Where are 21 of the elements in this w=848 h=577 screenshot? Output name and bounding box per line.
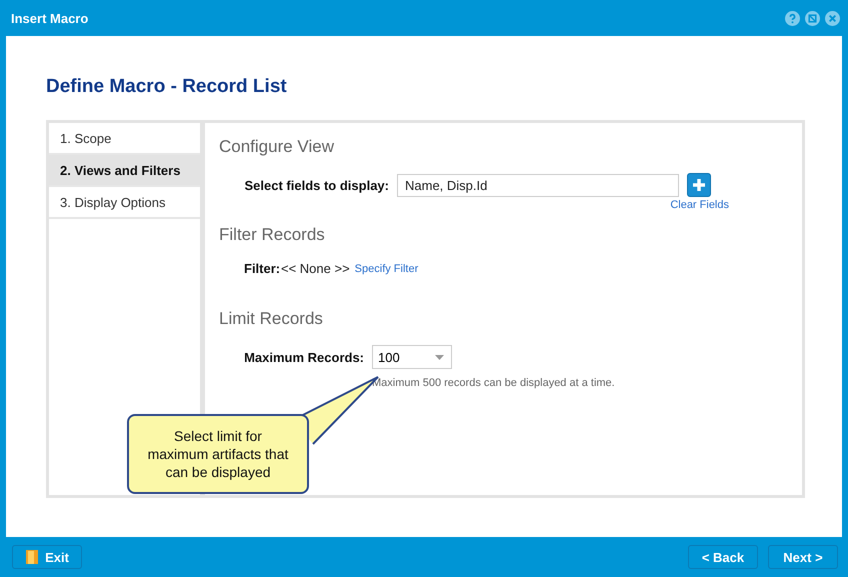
field-label: Select fields to display: (244, 178, 389, 192)
section-title: Configure View (219, 137, 335, 157)
fields-input[interactable]: Name, Disp.Id (397, 174, 679, 196)
callout-note: Select limit for maximum artifacts that can be displayed (127, 414, 309, 494)
clear-fields-link[interactable]: Clear Fields (670, 199, 729, 211)
section-title: Limit Records (219, 309, 324, 329)
step-item[interactable]: 2. Views and Filters (49, 155, 200, 187)
door-icon (25, 549, 40, 565)
add-button[interactable] (687, 173, 711, 197)
close-icon[interactable] (825, 10, 840, 26)
specify-filter-link[interactable]: Specify Filter (354, 262, 418, 274)
section-title: Filter Records (219, 225, 326, 245)
minimize-icon[interactable] (805, 10, 820, 26)
max-records-dropdown[interactable]: 100 (372, 345, 452, 369)
window-title: Insert Macro (11, 10, 90, 26)
help-icon[interactable] (785, 10, 800, 26)
page-heading: Define Macro - Record List (46, 76, 288, 98)
caret-icon (435, 354, 444, 360)
filter-value: << None >> (281, 261, 350, 276)
plus-icon (692, 178, 706, 192)
max-records-label: Maximum Records: (243, 350, 364, 364)
